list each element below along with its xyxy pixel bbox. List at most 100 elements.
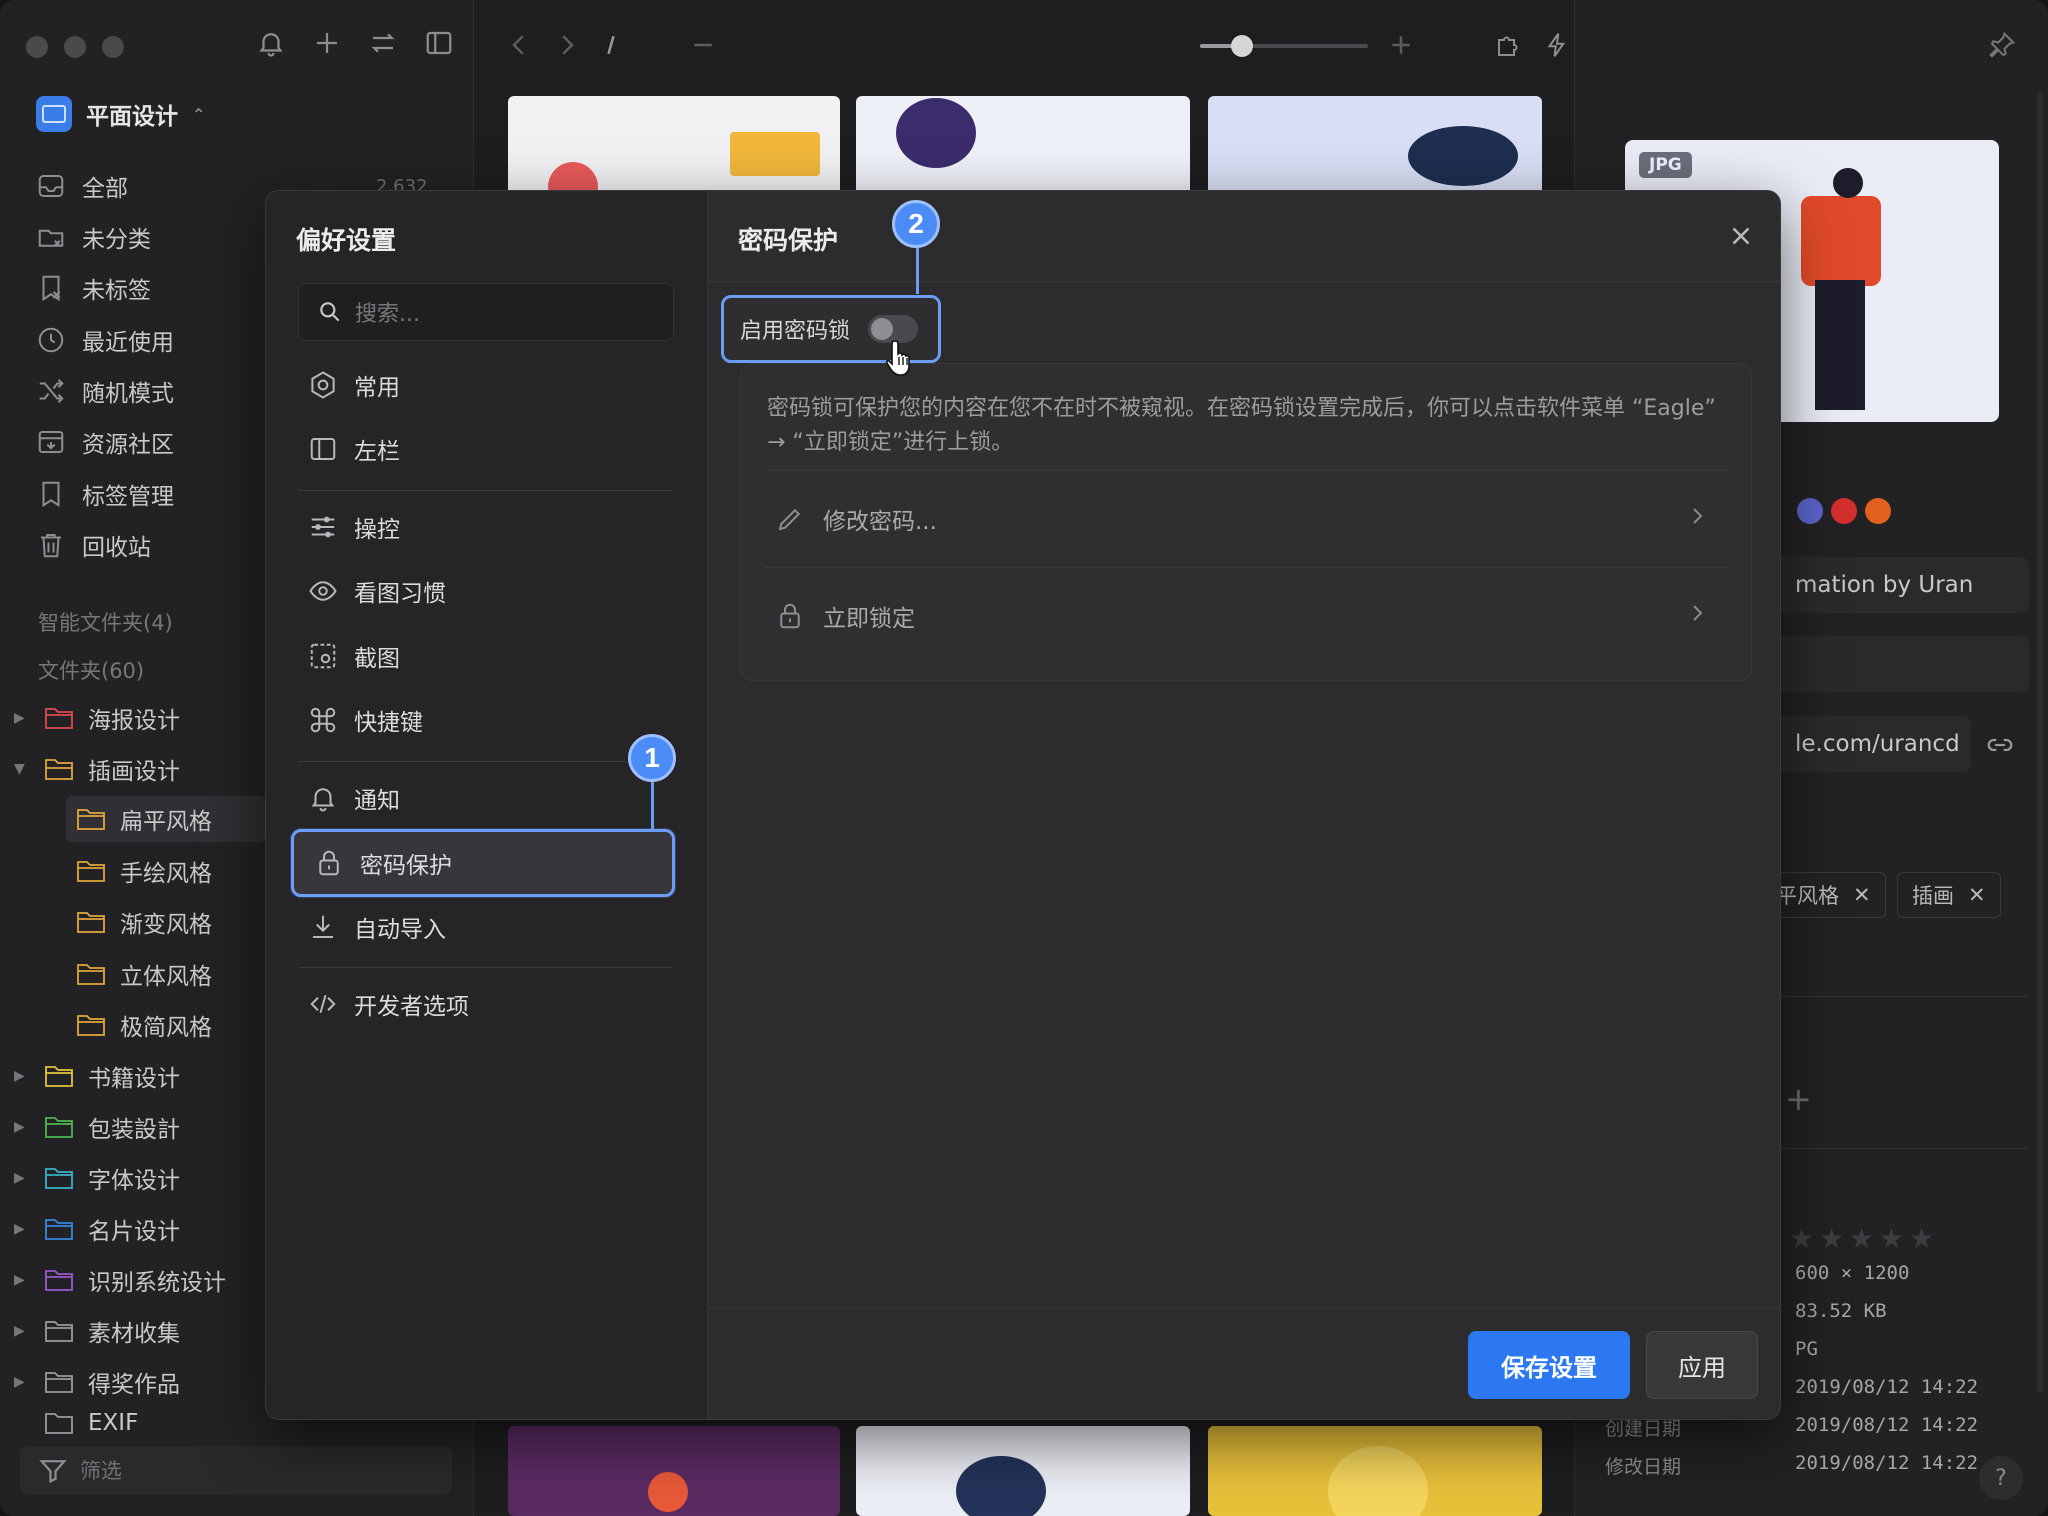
- sidebar-item-community[interactable]: 资源社区: [36, 422, 174, 462]
- sidebar-item-untagged[interactable]: 未标签: [36, 268, 151, 308]
- change-password-row[interactable]: 修改密码...: [765, 472, 1729, 566]
- close-icon[interactable]: [1726, 221, 1756, 251]
- settings-icon: [308, 370, 338, 400]
- folder-item[interactable]: 立体风格: [76, 954, 212, 994]
- folder-label: 得奖作品: [88, 1372, 180, 1398]
- folder-item[interactable]: ▶ 包装設計: [14, 1107, 180, 1147]
- chevron-right-icon[interactable]: ▶: [14, 1374, 30, 1390]
- menu-item-label: 自动导入: [354, 917, 446, 943]
- thumbnail[interactable]: [1208, 1426, 1542, 1516]
- zoom-slider[interactable]: [1200, 35, 1368, 57]
- folder-item[interactable]: ▶ 得奖作品: [14, 1362, 180, 1402]
- apply-button[interactable]: 应用: [1646, 1331, 1758, 1399]
- chevron-right-icon[interactable]: ▶: [14, 1272, 30, 1288]
- chevron-right-icon[interactable]: ▶: [14, 1221, 30, 1237]
- chevron-right-icon[interactable]: ▶: [14, 1170, 30, 1186]
- puzzle-icon[interactable]: [1494, 30, 1524, 60]
- star-icon[interactable]: ★: [1849, 1222, 1874, 1255]
- hand-cursor-icon: [885, 340, 910, 376]
- sidebar-item-trash[interactable]: 回收站: [36, 525, 151, 565]
- folder-item[interactable]: 渐变风格: [76, 902, 212, 942]
- thumbnail[interactable]: [856, 1426, 1190, 1516]
- folder-item[interactable]: ▶ 书籍设计: [14, 1056, 180, 1096]
- close-icon[interactable]: ✕: [1968, 883, 1986, 907]
- chevron-right-icon[interactable]: [552, 30, 582, 60]
- chevron-right-icon[interactable]: ▶: [14, 1119, 30, 1135]
- chevron-down-icon[interactable]: ▼: [14, 761, 30, 777]
- star-icon[interactable]: ★: [1879, 1222, 1904, 1255]
- library-name: 平面设计: [86, 104, 178, 130]
- menu-item-shortcuts[interactable]: 快捷键: [288, 690, 672, 750]
- bell-icon[interactable]: [256, 28, 286, 58]
- menu-item-developer[interactable]: 开发者选项: [288, 974, 672, 1034]
- tag-chip[interactable]: 插画 ✕: [1897, 872, 2001, 918]
- help-button[interactable]: ?: [1979, 1456, 2023, 1500]
- zoom-out-icon[interactable]: [688, 30, 718, 60]
- trash-icon: [36, 530, 66, 560]
- filter-bar[interactable]: 筛选: [20, 1446, 452, 1494]
- chevron-right-icon[interactable]: ▶: [14, 710, 30, 726]
- divider: [765, 567, 1729, 568]
- folder-item[interactable]: 手绘风格: [76, 851, 212, 891]
- folder-label: 名片设计: [88, 1219, 180, 1245]
- folder-item[interactable]: ▶ 名片设计: [14, 1209, 180, 1249]
- smart-folders-header[interactable]: 智能文件夹(4): [38, 607, 173, 637]
- pin-icon[interactable]: [1987, 30, 2017, 60]
- maximize-window-button[interactable]: [102, 36, 124, 58]
- sidebar-item-random[interactable]: 随机模式: [36, 371, 174, 411]
- menu-item-viewing[interactable]: 看图习惯: [288, 561, 672, 621]
- zoom-slider-knob[interactable]: [1231, 35, 1253, 57]
- plus-icon[interactable]: [312, 28, 342, 58]
- search-icon: [317, 299, 343, 325]
- menu-item-password[interactable]: 密码保护: [291, 829, 675, 897]
- menu-item-controls[interactable]: 操控: [288, 497, 672, 557]
- sidebar-item-tags[interactable]: 标签管理: [36, 474, 174, 514]
- folder-item[interactable]: 极简风格: [76, 1005, 212, 1045]
- panel-title: 密码保护: [738, 226, 839, 255]
- menu-item-screenshot[interactable]: 截图: [288, 626, 672, 686]
- minimize-window-button[interactable]: [64, 36, 86, 58]
- chevron-right-icon[interactable]: ▶: [14, 1068, 30, 1084]
- scrollbar[interactable]: [2037, 92, 2043, 1392]
- folder-open-icon: [45, 759, 73, 780]
- folder-item[interactable]: EXIF: [14, 1412, 138, 1434]
- sidebar-item-recent[interactable]: 最近使用: [36, 320, 174, 360]
- menu-item-sidebar[interactable]: 左栏: [288, 419, 672, 479]
- thumbnail[interactable]: [508, 1426, 840, 1516]
- folder-label: 书籍设计: [88, 1066, 180, 1092]
- folder-label: 字体设计: [88, 1168, 180, 1194]
- zoom-in-icon[interactable]: [1386, 30, 1416, 60]
- sidebar-item-all[interactable]: 全部: [36, 166, 128, 206]
- bolt-icon[interactable]: [1542, 30, 1572, 60]
- menu-item-notifications[interactable]: 通知: [288, 768, 672, 828]
- close-window-button[interactable]: [26, 36, 48, 58]
- color-swatch[interactable]: [1831, 498, 1857, 524]
- swap-icon[interactable]: [368, 28, 398, 58]
- chevron-right-icon[interactable]: ▶: [14, 1323, 30, 1339]
- star-icon[interactable]: ★: [1789, 1222, 1814, 1255]
- all-icon: [36, 171, 66, 201]
- preferences-search-input[interactable]: 搜索...: [298, 283, 674, 341]
- folder-item[interactable]: ▶ 字体设计: [14, 1158, 180, 1198]
- sidebar-toggle-icon[interactable]: [424, 28, 454, 58]
- menu-item-auto-import[interactable]: 自动导入: [288, 897, 672, 957]
- folder-item[interactable]: ▼ 插画设计: [14, 749, 180, 789]
- color-swatch[interactable]: [1865, 498, 1891, 524]
- sidebar-item-uncategorized[interactable]: 未分类: [36, 217, 151, 257]
- menu-item-general[interactable]: 常用: [288, 355, 672, 415]
- star-icon[interactable]: ★: [1909, 1222, 1934, 1255]
- chevron-left-icon[interactable]: [504, 30, 534, 60]
- folder-item-active[interactable]: 扁平风格: [66, 796, 266, 842]
- link-icon[interactable]: [1985, 730, 2015, 760]
- star-icon[interactable]: ★: [1819, 1222, 1844, 1255]
- add-icon[interactable]: +: [1785, 1080, 1812, 1118]
- folders-header[interactable]: 文件夹(60): [38, 655, 144, 685]
- lock-now-row[interactable]: 立即锁定: [765, 569, 1729, 663]
- library-switcher[interactable]: 平面设计 ⌃: [36, 96, 205, 132]
- folder-item[interactable]: ▶ 海报设计: [14, 698, 180, 738]
- folder-item[interactable]: ▶ 识别系统设计: [14, 1260, 226, 1300]
- close-icon[interactable]: ✕: [1853, 883, 1871, 907]
- folder-item[interactable]: ▶ 素材收集: [14, 1311, 180, 1351]
- save-settings-button[interactable]: 保存设置: [1468, 1331, 1630, 1399]
- color-swatch[interactable]: [1797, 498, 1823, 524]
